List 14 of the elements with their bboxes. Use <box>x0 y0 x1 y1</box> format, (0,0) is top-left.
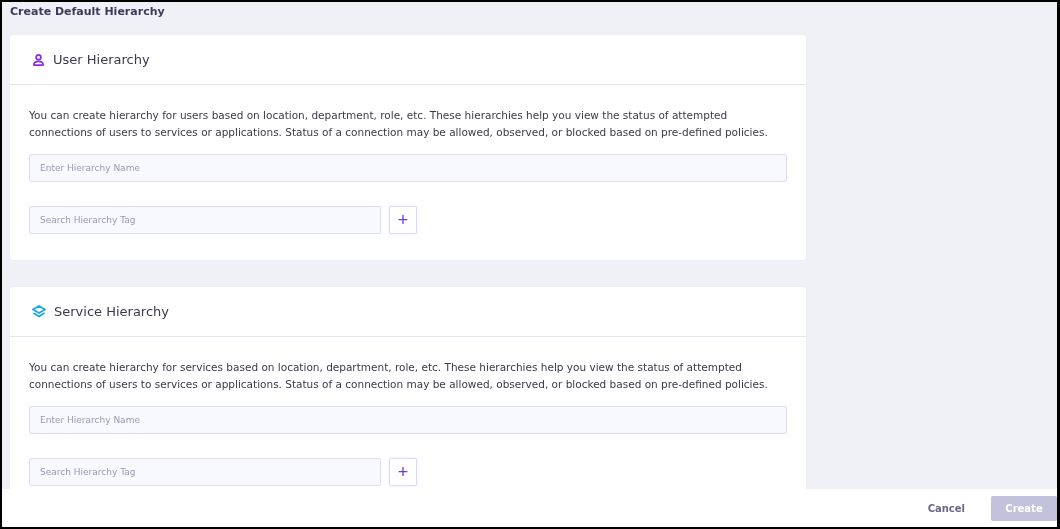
hierarchy-name-field[interactable]: Enter Hierarchy Name <box>29 406 787 434</box>
card-title: User Hierarchy <box>53 52 150 67</box>
user-icon <box>32 52 45 67</box>
hierarchy-name-field[interactable]: Enter Hierarchy Name <box>29 154 787 182</box>
layers-icon <box>32 304 46 319</box>
card-title: Service Hierarchy <box>54 304 169 319</box>
tag-search-field[interactable]: Search Hierarchy Tag <box>29 206 381 234</box>
page-title: Create Default Hierarchy <box>10 4 166 20</box>
add-button[interactable]: + <box>389 206 417 234</box>
tag-search-field[interactable]: Search Hierarchy Tag <box>29 458 381 486</box>
add-button[interactable]: + <box>389 458 417 486</box>
description: You can create hierarchy for users based on location, department, role, etc. These hierarchies help you view the status of attempted connections of users to services or applications. Status of a connection may be allowed, observed, or blocked based on pre-defined policies. <box>29 108 769 140</box>
description: You can create hierarchy for services based on location, department, role, etc. These hierarchies help you view the status of attempted connections of users to services or applications. Status of a connection may be allowed, observed, or blocked based on pre-defined policies. <box>29 360 769 392</box>
cancel-button[interactable]: Cancel <box>921 501 971 515</box>
